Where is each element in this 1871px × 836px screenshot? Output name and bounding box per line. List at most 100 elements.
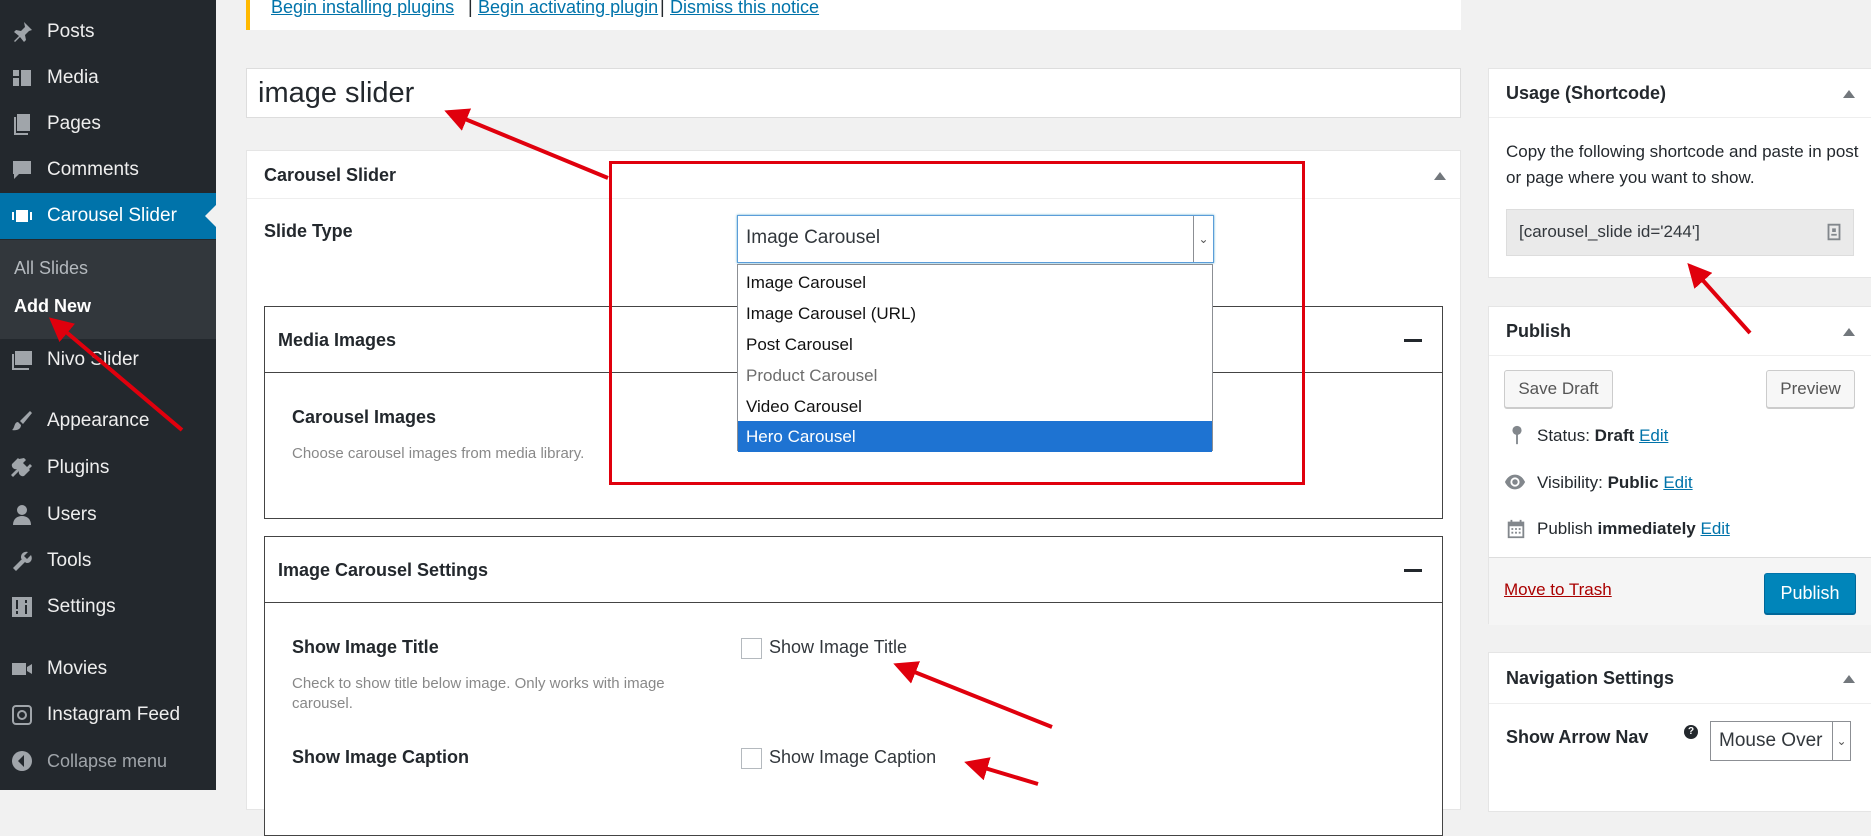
menu-item-label: Users <box>47 504 97 525</box>
edit-publish-date-link[interactable]: Edit <box>1701 519 1730 538</box>
slide-type-label: Slide Type <box>264 221 353 241</box>
menu-item-label: Carousel Slider <box>47 205 177 226</box>
visibility-value: Public <box>1607 473 1659 492</box>
image-carousel-settings-header[interactable]: Image Carousel Settings <box>265 537 1442 603</box>
calendar-icon <box>1505 518 1527 545</box>
slides-icon <box>9 203 35 229</box>
status-label: Status: <box>1537 426 1590 445</box>
menu-item-comments[interactable]: Comments <box>0 147 216 193</box>
instagram-icon <box>9 702 35 728</box>
shortcode-text: [carousel_slide id='244'] <box>1519 222 1700 241</box>
menu-item-label: Comments <box>47 159 139 180</box>
image-carousel-settings-title: Image Carousel Settings <box>278 560 489 580</box>
show-image-title-label: Show Image Title <box>292 637 439 657</box>
chevron-down-icon[interactable]: ⌄ <box>1832 722 1850 760</box>
admin-sidebar: Posts Media Pages Comments Carousel Slid… <box>0 0 216 790</box>
publish-actions: Move to Trash Publish <box>1489 557 1871 625</box>
menu-item-posts[interactable]: Posts <box>0 9 216 55</box>
collapse-triangle-icon[interactable] <box>1843 328 1855 336</box>
menu-item-label: Settings <box>47 596 116 617</box>
menu-item-label: Plugins <box>47 457 110 478</box>
comment-icon <box>9 157 35 183</box>
show-arrow-nav-label: Show Arrow Nav <box>1506 727 1649 747</box>
usage-shortcode-desc: Copy the following shortcode and paste i… <box>1506 142 1859 187</box>
publish-date-row: Publish immediately Edit <box>1537 519 1730 539</box>
menu-item-label: Posts <box>47 21 95 42</box>
menu-item-label: Media <box>47 67 99 88</box>
menu-item-pages[interactable]: Pages <box>0 101 216 147</box>
status-value: Draft <box>1594 426 1635 445</box>
show-image-caption-label: Show Image Caption <box>292 747 470 767</box>
carousel-images-label: Carousel Images <box>292 407 437 427</box>
menu-item-users[interactable]: Users <box>0 492 216 538</box>
postbox-title: Carousel Slider <box>264 165 397 185</box>
collapse-menu-button[interactable]: Collapse menu <box>0 738 216 784</box>
submenu-add-new[interactable]: Add New <box>14 296 91 317</box>
pin-icon <box>1506 424 1528 451</box>
arrow-nav-select[interactable]: Mouse Over ⌄ <box>1710 721 1851 761</box>
show-image-caption-checkbox[interactable] <box>741 748 762 769</box>
edit-status-link[interactable]: Edit <box>1639 426 1668 445</box>
usage-shortcode-title: Usage (Shortcode) <box>1506 83 1667 103</box>
notice-separator: | <box>660 0 665 17</box>
menu-item-instagram-feed[interactable]: Instagram Feed <box>0 692 216 738</box>
publish-title: Publish <box>1506 321 1572 341</box>
post-title-input[interactable]: image slider <box>246 68 1461 118</box>
menu-item-media[interactable]: Media <box>0 55 216 101</box>
move-to-trash-link[interactable]: Move to Trash <box>1504 580 1612 600</box>
submenu-all-slides[interactable]: All Slides <box>14 258 88 279</box>
wrench-icon <box>9 548 35 574</box>
menu-item-label: Nivo Slider <box>47 349 139 370</box>
begin-activating-plugin-link[interactable]: Begin activating plugin <box>478 0 658 18</box>
eye-icon <box>1504 471 1526 498</box>
shortcode-field[interactable]: [carousel_slide id='244'] <box>1506 209 1854 256</box>
show-image-caption-checkbox-label[interactable]: Show Image Caption <box>769 747 936 768</box>
save-draft-button[interactable]: Save Draft <box>1504 370 1613 408</box>
collapse-triangle-icon[interactable] <box>1843 90 1855 98</box>
help-icon[interactable]: ? <box>1684 725 1698 739</box>
video-icon <box>9 656 35 682</box>
carousel-images-desc: Choose carousel images from media librar… <box>292 445 585 462</box>
publish-date-label: Publish <box>1537 519 1593 538</box>
pages-icon <box>9 111 35 137</box>
begin-installing-plugins-link[interactable]: Begin installing plugins <box>271 0 454 18</box>
menu-item-appearance[interactable]: Appearance <box>0 398 216 444</box>
clipboard-icon[interactable] <box>1823 221 1845 248</box>
publish-button[interactable]: Publish <box>1764 573 1856 614</box>
arrow-nav-value: Mouse Over <box>1719 730 1823 751</box>
menu-item-settings[interactable]: Settings <box>0 584 216 630</box>
menu-item-label: Tools <box>47 550 92 571</box>
pin-icon <box>9 19 35 45</box>
collapse-triangle-icon[interactable] <box>1434 172 1446 180</box>
settings-icon <box>9 594 35 620</box>
dismiss-notice-link[interactable]: Dismiss this notice <box>670 0 819 18</box>
publish-box: Publish Save Draft Preview Status: Draft… <box>1488 306 1871 625</box>
publish-date-value: immediately <box>1597 519 1696 538</box>
minus-icon[interactable] <box>1404 339 1422 342</box>
media-icon <box>9 65 35 91</box>
plug-icon <box>9 455 35 481</box>
minus-icon[interactable] <box>1404 569 1422 572</box>
visibility-row: Visibility: Public Edit <box>1537 473 1693 493</box>
visibility-label: Visibility: <box>1537 473 1603 492</box>
brush-icon <box>9 408 35 434</box>
show-image-title-checkbox-label[interactable]: Show Image Title <box>769 637 907 658</box>
navigation-settings-title: Navigation Settings <box>1506 668 1675 688</box>
menu-item-label: Appearance <box>47 410 150 431</box>
user-icon <box>9 502 35 528</box>
show-image-title-checkbox[interactable] <box>741 638 762 659</box>
menu-item-plugins[interactable]: Plugins <box>0 445 216 491</box>
edit-visibility-link[interactable]: Edit <box>1663 473 1692 492</box>
collapse-triangle-icon[interactable] <box>1843 675 1855 683</box>
preview-button[interactable]: Preview <box>1766 370 1855 408</box>
carousel-submenu: All Slides Add New <box>0 240 216 339</box>
status-row: Status: Draft Edit <box>1537 426 1668 446</box>
notice-separator: | <box>468 0 473 17</box>
menu-item-movies[interactable]: Movies <box>0 646 216 692</box>
show-image-title-desc: Check to show title below image. Only wo… <box>292 675 665 712</box>
images-icon <box>9 347 35 373</box>
menu-item-nivo-slider[interactable]: Nivo Slider <box>0 337 216 383</box>
menu-item-label: Collapse menu <box>47 750 168 771</box>
menu-item-carousel-slider[interactable]: Carousel Slider <box>0 193 216 239</box>
menu-item-tools[interactable]: Tools <box>0 538 216 584</box>
